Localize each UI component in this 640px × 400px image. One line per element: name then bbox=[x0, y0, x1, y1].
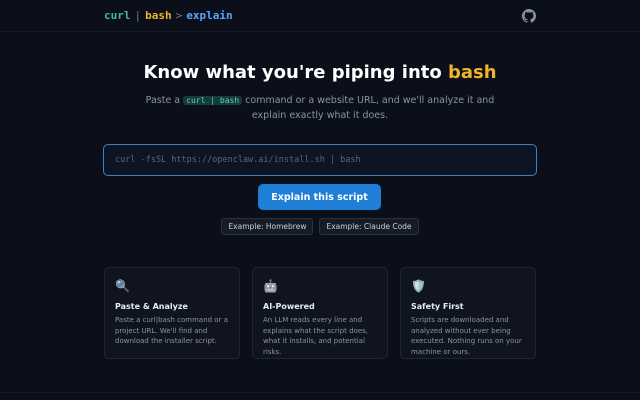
logo-pipe: | bbox=[134, 9, 142, 22]
robot-icon: 🤖 bbox=[263, 279, 278, 293]
feature-card-paste-analyze: 🔍 Paste & Analyze Paste a curl|bash comm… bbox=[104, 267, 240, 359]
explain-button[interactable]: Explain this script bbox=[258, 184, 381, 210]
example-claude-code-button[interactable]: Example: Claude Code bbox=[319, 218, 419, 235]
page-title: Know what you're piping into bash bbox=[0, 62, 640, 83]
example-buttons: Example: Homebrew Example: Claude Code bbox=[0, 218, 640, 235]
feature-cards: 🔍 Paste & Analyze Paste a curl|bash comm… bbox=[104, 267, 536, 359]
footer-divider bbox=[0, 392, 640, 393]
subtitle-post: command or a website URL, and we'll anal… bbox=[242, 95, 495, 121]
subtitle-code: curl | bash bbox=[183, 96, 243, 105]
feature-description: An LLM reads every line and explains wha… bbox=[263, 316, 369, 356]
site-logo[interactable]: curl | bash > explain bbox=[104, 9, 233, 22]
logo-bash: bash bbox=[145, 9, 172, 22]
feature-description: Scripts are downloaded and analyzed with… bbox=[411, 316, 522, 356]
feature-card-safety-first: 🛡️ Safety First Scripts are downloaded a… bbox=[400, 267, 536, 359]
feature-title: Paste & Analyze bbox=[115, 302, 188, 311]
logo-explain: explain bbox=[186, 9, 233, 22]
top-nav: curl | bash > explain bbox=[0, 0, 640, 32]
github-icon[interactable] bbox=[522, 8, 536, 23]
title-accent: bash bbox=[448, 62, 497, 83]
example-homebrew-button[interactable]: Example: Homebrew bbox=[221, 218, 314, 235]
feature-description: Paste a curl|bash command or a project U… bbox=[115, 316, 228, 345]
command-input-wrapper bbox=[103, 144, 537, 176]
logo-arrow: > bbox=[175, 9, 183, 22]
feature-card-ai-powered: 🤖 AI-Powered An LLM reads every line and… bbox=[252, 267, 388, 359]
feature-title: Safety First bbox=[411, 302, 464, 311]
command-input[interactable] bbox=[115, 155, 525, 165]
shield-icon: 🛡️ bbox=[411, 279, 426, 293]
title-main: Know what you're piping into bbox=[143, 62, 448, 83]
logo-curl: curl bbox=[104, 9, 131, 22]
subtitle-pre: Paste a bbox=[145, 95, 184, 106]
magnifier-icon: 🔍 bbox=[115, 279, 130, 293]
feature-title: AI-Powered bbox=[263, 302, 315, 311]
page-subtitle: Paste a curl | bash command or a website… bbox=[140, 93, 500, 123]
